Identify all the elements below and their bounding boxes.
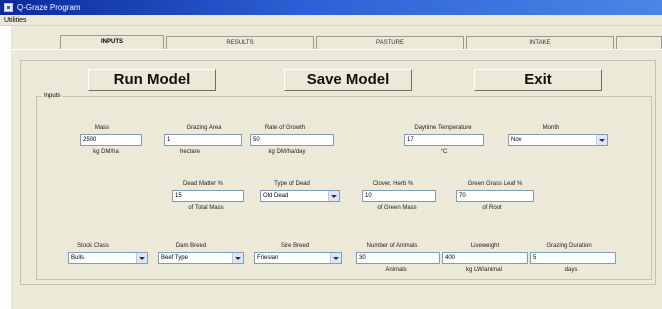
menu-bar: Utilities	[0, 15, 662, 26]
daytime-temp-input[interactable]: 17	[404, 134, 484, 146]
stock-class-value: Bulls	[71, 255, 85, 261]
tab-pasture[interactable]: PASTURE	[316, 36, 464, 50]
stock-class-select[interactable]: Bulls	[68, 252, 148, 264]
chevron-down-icon[interactable]	[136, 253, 147, 263]
grazing-duration-label: Grazing Duration	[546, 243, 592, 249]
grazing-duration-unit: days	[564, 267, 578, 273]
chevron-down-icon[interactable]	[596, 135, 607, 145]
clover-herb-unit: of Green Mass	[377, 205, 417, 211]
daytime-temp-label: Daytime Temperature	[414, 125, 472, 131]
clover-herb-label: Clover, Herb %	[372, 181, 414, 187]
mass-input[interactable]: 2500	[80, 134, 142, 146]
menu-item-utilities[interactable]: Utilities	[4, 15, 27, 26]
run-model-button[interactable]: Run Model	[88, 69, 216, 91]
green-grass-leaf-label: Green Grass Leaf %	[467, 181, 523, 187]
tab-inputs[interactable]: INPUTS	[60, 35, 164, 50]
green-grass-leaf-input[interactable]: 70	[456, 190, 534, 202]
tab-results[interactable]: RESULTS	[166, 36, 314, 50]
chevron-down-icon[interactable]	[232, 253, 243, 263]
month-value: Nov	[511, 137, 522, 143]
grazing-area-label: Grazing Area	[186, 125, 222, 131]
num-animals-input[interactable]: 30	[356, 252, 440, 264]
growth-rate-unit: kg DM/ha/day	[268, 149, 306, 155]
daytime-temp-unit: °C	[440, 149, 448, 155]
dam-breed-value: Beef Type	[161, 255, 188, 261]
type-of-dead-label: Type of Dead	[274, 181, 310, 187]
month-label: Month	[542, 125, 560, 131]
dam-breed-select[interactable]: Beef Type	[158, 252, 244, 264]
type-of-dead-value: Old Dead	[263, 193, 289, 199]
liveweight-label: Liveweight	[470, 243, 500, 249]
dead-matter-label: Dead Matter %	[182, 181, 224, 187]
dead-matter-input[interactable]: 15	[172, 190, 244, 202]
sire-breed-select[interactable]: Friesian	[254, 252, 342, 264]
inputs-group-label: Inputs	[42, 92, 63, 100]
chevron-down-icon[interactable]	[328, 191, 339, 201]
growth-rate-input[interactable]: 50	[250, 134, 334, 146]
dead-matter-unit: of Total Mass	[188, 205, 224, 211]
title-bar: Q-Graze Program	[0, 0, 662, 15]
liveweight-unit: kg LW/animal	[466, 267, 502, 273]
grazing-duration-input[interactable]: 5	[530, 252, 616, 264]
mass-label: Mass	[94, 125, 110, 131]
clover-herb-input[interactable]: 10	[362, 190, 436, 202]
stock-class-label: Stock Class	[77, 243, 109, 249]
grazing-area-unit: hectare	[179, 149, 200, 155]
tab-divider	[11, 49, 662, 50]
num-animals-label: Number of Animals	[366, 243, 418, 249]
exit-button[interactable]: Exit	[474, 69, 602, 91]
num-animals-unit: Animals	[385, 267, 407, 273]
green-grass-leaf-unit: of Root	[482, 205, 502, 211]
sire-breed-label: Sire Breed	[280, 243, 310, 249]
tab-more[interactable]	[616, 36, 662, 50]
save-model-button[interactable]: Save Model	[284, 69, 412, 91]
grazing-area-input[interactable]: 1	[164, 134, 242, 146]
dam-breed-label: Dam Breed	[175, 243, 207, 249]
tab-intake[interactable]: INTAKE	[466, 36, 614, 50]
month-select[interactable]: Nov	[508, 134, 608, 146]
type-of-dead-select[interactable]: Old Dead	[260, 190, 340, 202]
window-title: Q-Graze Program	[17, 3, 81, 12]
liveweight-input[interactable]: 400	[442, 252, 528, 264]
mass-unit: kg DM/ha	[93, 149, 119, 155]
sire-breed-value: Friesian	[257, 255, 279, 261]
app-icon	[4, 3, 13, 12]
chevron-down-icon[interactable]	[330, 253, 341, 263]
growth-rate-label: Rate of Growth	[264, 125, 306, 131]
